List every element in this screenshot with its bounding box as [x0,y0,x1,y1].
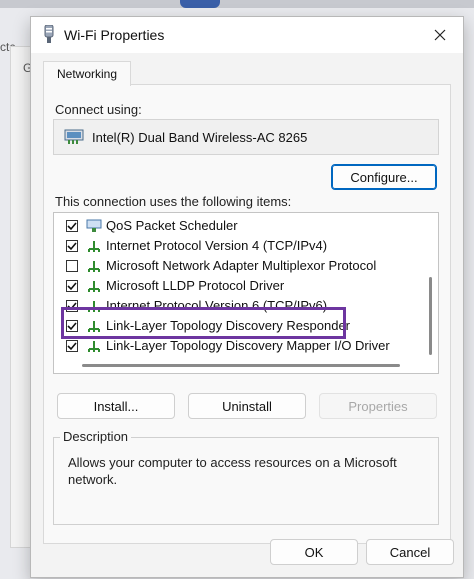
checkmark-icon [67,281,77,290]
list-item[interactable]: Link-Layer Topology Discovery Responder [54,315,414,336]
network-protocol-icon [88,340,100,352]
list-item-label: Link-Layer Topology Discovery Responder [106,318,350,333]
checkmark-icon [67,301,77,310]
checkbox[interactable] [66,339,78,352]
adapter-name: Intel(R) Dual Band Wireless-AC 8265 [92,129,308,145]
items-listbox[interactable]: QoS Packet Scheduler Internet Protocol V… [53,212,439,374]
description-group: Description Allows your computer to acce… [53,429,439,525]
qos-icon [86,219,102,232]
adapter-field: Intel(R) Dual Band Wireless-AC 8265 [53,119,439,155]
uninstall-button[interactable]: Uninstall [188,393,306,419]
list-item[interactable]: Microsoft LLDP Protocol Driver [54,275,414,296]
wifi-properties-dialog: Wi-Fi Properties Networking Connect usin… [30,16,464,578]
list-item-label: Internet Protocol Version 4 (TCP/IPv4) [106,238,328,253]
network-adapter-icon [64,129,84,144]
checkbox[interactable] [66,319,78,332]
checkmark-icon [67,321,77,330]
list-item-label: Microsoft LLDP Protocol Driver [106,278,285,293]
network-protocol-icon [88,260,100,272]
horizontal-scrollbar[interactable] [82,364,400,367]
checkmark-icon [67,241,77,250]
vertical-scrollbar[interactable] [429,277,432,355]
network-protocol-icon [88,240,100,252]
list-item-label: Microsoft Network Adapter Multiplexor Pr… [106,258,377,273]
properties-button[interactable]: Properties [319,393,437,419]
tab-networking[interactable]: Networking [43,61,131,86]
list-item[interactable]: QoS Packet Scheduler [54,215,414,236]
install-button[interactable]: Install... [57,393,175,419]
cancel-button[interactable]: Cancel [366,539,454,565]
description-legend: Description [60,429,132,444]
network-protocol-icon [88,280,100,292]
title-bar[interactable]: Wi-Fi Properties [31,17,463,53]
checkmark-icon [67,221,77,230]
network-protocol-icon [88,320,100,332]
ok-button[interactable]: OK [270,539,358,565]
list-item[interactable]: Microsoft Network Adapter Multiplexor Pr… [54,255,414,276]
background-window-edge [180,0,220,8]
checkbox[interactable] [66,299,78,312]
network-protocol-icon [88,300,100,312]
list-item-label: Internet Protocol Version 6 (TCP/IPv6) [106,298,328,313]
list-item[interactable]: Internet Protocol Version 4 (TCP/IPv4) [54,235,414,256]
checkbox[interactable] [66,259,78,272]
dialog-title: Wi-Fi Properties [64,27,165,43]
list-item-label: Link-Layer Topology Discovery Mapper I/O… [106,338,390,353]
description-text: Allows your computer to access resources… [68,455,397,487]
items-label: This connection uses the following items… [55,194,292,209]
list-item[interactable]: Link-Layer Topology Discovery Mapper I/O… [54,335,414,356]
checkmark-icon [67,341,77,350]
wifi-adapter-icon [44,25,54,43]
configure-button[interactable]: Configure... [331,164,437,190]
checkbox[interactable] [66,219,78,232]
checkbox[interactable] [66,279,78,292]
list-item[interactable]: Internet Protocol Version 6 (TCP/IPv6) [54,295,414,316]
checkbox[interactable] [66,239,78,252]
connect-using-label: Connect using: [55,102,142,117]
list-item-label: QoS Packet Scheduler [106,218,238,233]
close-icon [434,29,446,41]
close-button[interactable] [417,17,463,53]
